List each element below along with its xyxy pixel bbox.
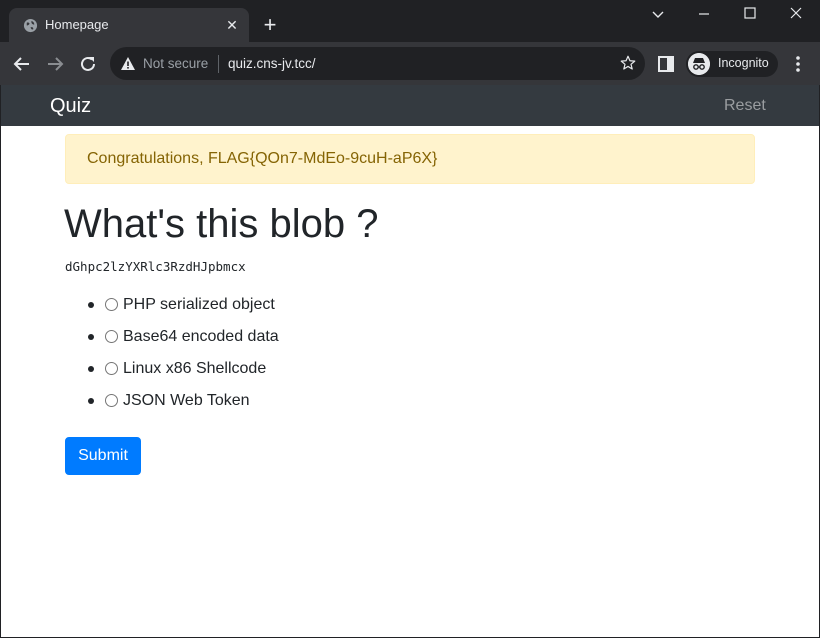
list-bullet [88, 334, 94, 340]
list-bullet [88, 366, 94, 372]
reset-link[interactable]: Reset [724, 97, 766, 115]
minimize-window-icon[interactable] [689, 4, 719, 26]
navbar-brand[interactable]: Quiz [50, 95, 91, 118]
forward-arrow-icon[interactable] [43, 52, 67, 76]
incognito-profile-button[interactable]: Incognito [686, 51, 778, 77]
site-navbar: Quiz Reset [1, 85, 819, 126]
star-icon[interactable] [619, 54, 637, 72]
new-tab-button[interactable]: + [260, 14, 280, 36]
alert-message: Congratulations, FLAG{QOn7-MdEo-9cuH-aP6… [87, 150, 438, 167]
omnibox-divider [218, 55, 219, 73]
question-title: What's this blob ? [64, 202, 379, 246]
blob-text: dGhpc2lzYXRlc3RzdHJpbmcx [65, 259, 246, 274]
reload-icon[interactable] [76, 52, 100, 76]
list-bullet [88, 398, 94, 404]
kebab-menu-icon[interactable] [789, 54, 807, 74]
globe-icon [23, 18, 38, 33]
close-tab-icon[interactable]: ✕ [223, 16, 241, 34]
option-label[interactable]: Linux x86 Shellcode [123, 360, 266, 378]
radio-button[interactable] [105, 394, 118, 407]
page-content: Quiz Reset Congratulations, FLAG{QOn7-Md… [1, 85, 819, 637]
url-text[interactable]: quiz.cns-jv.tcc/ [228, 56, 316, 71]
radio-button[interactable] [105, 298, 118, 311]
tab-search-chevron-icon[interactable] [643, 4, 673, 26]
radio-button[interactable] [105, 330, 118, 343]
browser-toolbar: Not secure quiz.cns-jv.tcc/ Incognito [0, 42, 820, 85]
option-label[interactable]: PHP serialized object [123, 296, 275, 314]
answer-option: Base64 encoded data [65, 325, 465, 357]
incognito-icon [688, 53, 710, 75]
warning-icon[interactable] [120, 56, 136, 72]
success-alert: Congratulations, FLAG{QOn7-MdEo-9cuH-aP6… [65, 134, 755, 184]
option-label[interactable]: Base64 encoded data [123, 328, 279, 346]
option-label[interactable]: JSON Web Token [123, 392, 250, 410]
answer-option: JSON Web Token [65, 389, 465, 421]
tab-title: Homepage [45, 17, 109, 32]
list-bullet [88, 302, 94, 308]
answer-options: PHP serialized object Base64 encoded dat… [65, 293, 465, 421]
answer-option: PHP serialized object [65, 293, 465, 325]
maximize-window-icon[interactable] [735, 4, 765, 26]
browser-tab[interactable]: Homepage ✕ [9, 8, 249, 42]
back-arrow-icon[interactable] [10, 52, 34, 76]
answer-option: Linux x86 Shellcode [65, 357, 465, 389]
incognito-label: Incognito [718, 56, 769, 70]
close-window-icon[interactable] [781, 4, 811, 26]
browser-titlebar: Homepage ✕ + [0, 0, 820, 42]
submit-button[interactable]: Submit [65, 437, 141, 475]
address-bar[interactable]: Not secure quiz.cns-jv.tcc/ [110, 47, 645, 80]
side-panel-icon[interactable] [658, 56, 674, 72]
radio-button[interactable] [105, 362, 118, 375]
security-status[interactable]: Not secure [143, 56, 208, 71]
